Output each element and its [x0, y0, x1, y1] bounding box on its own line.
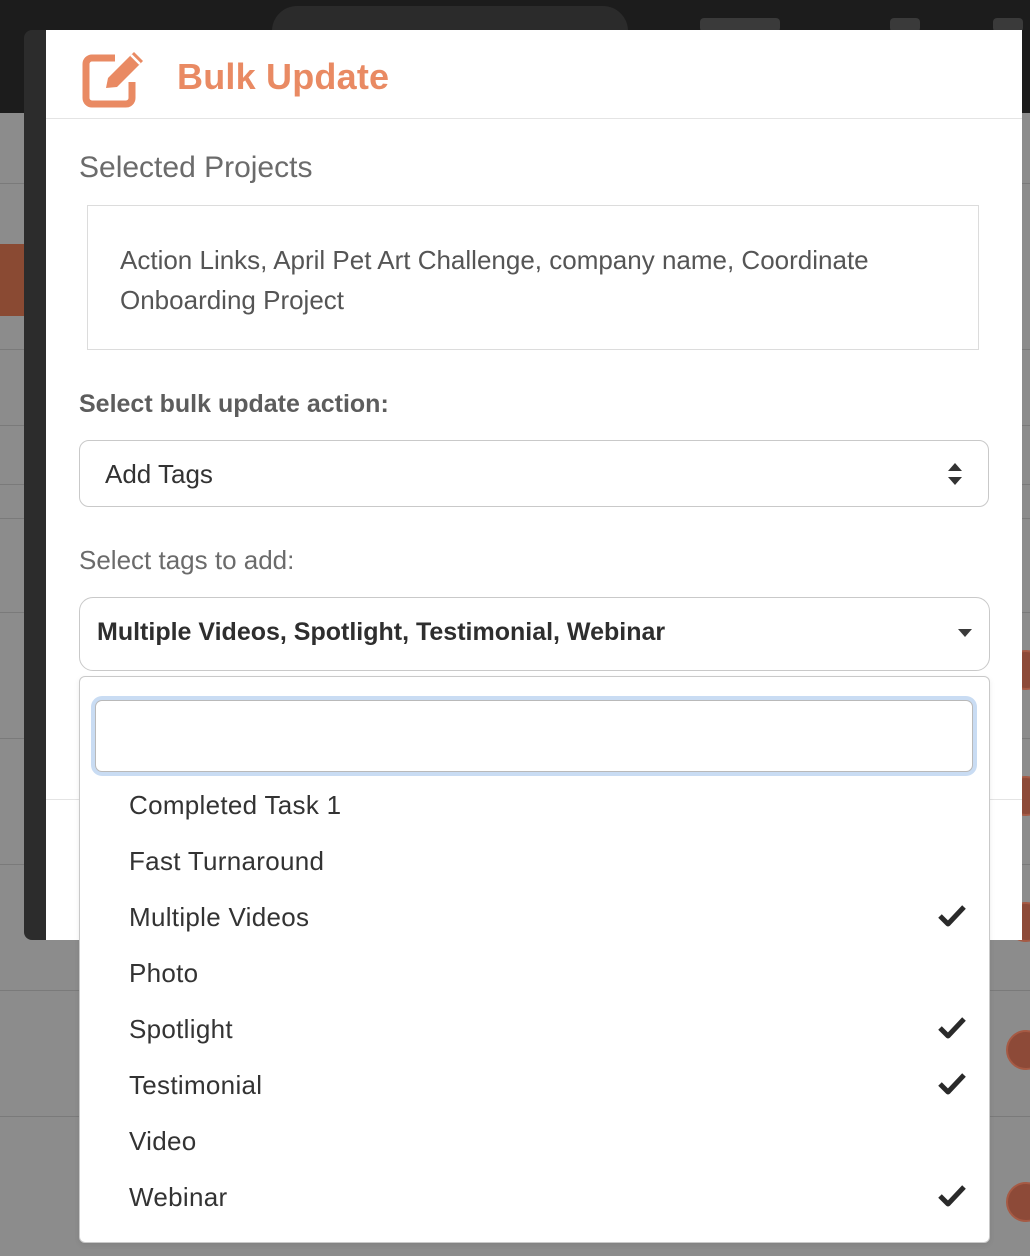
selected-projects-text: Action Links, April Pet Art Challenge, c…: [120, 245, 869, 315]
tag-option-webinar[interactable]: Webinar: [80, 1171, 989, 1227]
bulk-action-label: Select bulk update action:: [79, 390, 389, 418]
modal-header: Bulk Update: [46, 30, 1022, 119]
tag-option-spotlight[interactable]: Spotlight: [80, 1003, 989, 1059]
tags-dropdown: Completed Task 1 Fast Turnaround Multipl…: [79, 676, 990, 1243]
tag-option-multiple-videos[interactable]: Multiple Videos: [80, 891, 989, 947]
background-avatar: [1006, 1030, 1030, 1070]
tags-selected-value: Multiple Videos, Spotlight, Testimonial,…: [97, 618, 666, 646]
selected-projects-box: Action Links, April Pet Art Challenge, c…: [87, 205, 979, 350]
modal-title: Bulk Update: [177, 56, 390, 97]
tag-option-completed-task-1[interactable]: Completed Task 1: [80, 779, 989, 835]
tag-option-label: Testimonial: [129, 1070, 263, 1100]
tags-search-input[interactable]: [95, 700, 973, 772]
background-avatar: [1006, 1182, 1030, 1222]
tags-label: Select tags to add:: [79, 545, 295, 575]
tag-option-photo[interactable]: Photo: [80, 947, 989, 1003]
tag-option-video[interactable]: Video: [80, 1115, 989, 1171]
caret-down-icon: [958, 629, 972, 637]
bulk-action-value: Add Tags: [105, 459, 213, 489]
tag-option-testimonial[interactable]: Testimonial: [80, 1059, 989, 1115]
bulk-action-select[interactable]: Add Tags: [79, 440, 989, 507]
tag-option-label: Completed Task 1: [129, 790, 342, 820]
checkmark-icon: [938, 1185, 966, 1207]
tag-option-label: Fast Turnaround: [129, 846, 325, 876]
tags-multiselect[interactable]: Multiple Videos, Spotlight, Testimonial,…: [79, 597, 990, 671]
tag-option-label: Video: [129, 1126, 197, 1156]
tag-option-fast-turnaround[interactable]: Fast Turnaround: [80, 835, 989, 891]
tags-option-list: Completed Task 1 Fast Turnaround Multipl…: [80, 779, 989, 1227]
checkmark-icon: [938, 1073, 966, 1095]
selected-projects-label: Selected Projects: [79, 151, 313, 184]
checkmark-icon: [938, 1017, 966, 1039]
tag-option-label: Spotlight: [129, 1014, 233, 1044]
select-updown-icon: [948, 463, 962, 485]
tag-option-label: Webinar: [129, 1182, 228, 1212]
edit-icon: [82, 52, 143, 108]
tag-option-label: Photo: [129, 958, 199, 988]
checkmark-icon: [938, 905, 966, 927]
tag-option-label: Multiple Videos: [129, 902, 310, 932]
background-panel-edge: [24, 30, 47, 940]
